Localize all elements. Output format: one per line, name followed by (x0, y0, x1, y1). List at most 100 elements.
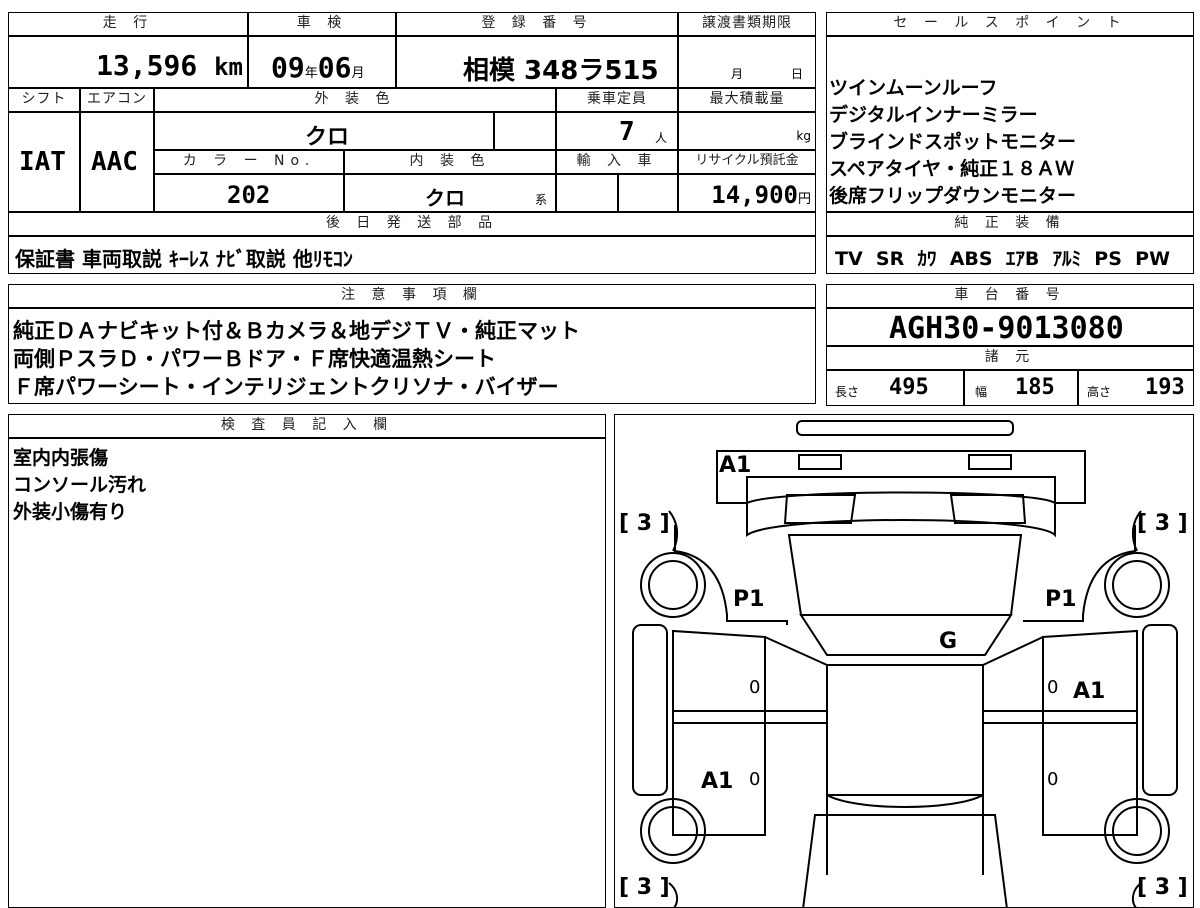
registration-header: 登 録 番 号 (396, 12, 678, 36)
specs-height-label: 高さ (1087, 385, 1112, 399)
parts-value: 保証書 車両取説 ｷｰﾚｽ ﾅﾋﾞ取説 他ﾘﾓｺﾝ (15, 247, 353, 271)
specs-width-value: 185 (1015, 375, 1055, 400)
notes-cell: 純正ＤＡナビキット付＆Ｂカメラ＆地デジＴＶ・純正マット 両側ＰスラＤ・パワーＢド… (8, 308, 816, 404)
equip-leather: ｶﾜ (917, 248, 937, 270)
ac-header: エアコン (80, 88, 154, 112)
inspector-line-1: 室内内張傷 (13, 447, 109, 469)
registration-value: 相模 348ラ515 (463, 56, 659, 86)
parts-cell: 保証書 車両取説 ｷｰﾚｽ ﾅﾋﾞ取説 他ﾘﾓｺﾝ (8, 236, 816, 274)
sales-point-2: デジタルインナーミラー (829, 104, 1038, 126)
load-cell: kg (678, 112, 816, 150)
specs-length-label: 長さ (835, 385, 860, 399)
inspector-cell: 室内内張傷 コンソール汚れ 外装小傷有り (8, 438, 606, 908)
specs-length-value: 495 (889, 375, 929, 400)
exterior-extra-cell (494, 112, 556, 150)
mark-left-front-fender: P1 (733, 587, 765, 612)
import-cell-b (618, 174, 678, 212)
mark-tire-fr: [ 3 ] (1137, 511, 1188, 536)
mark-front: A1 (719, 453, 752, 478)
capacity-unit: 人 (655, 131, 668, 145)
mark-tire-rl: [ 3 ] (619, 875, 670, 900)
ac-cell: AAC (80, 112, 154, 212)
capacity-header: 乗車定員 (556, 88, 678, 112)
inspector-header: 検 査 員 記 入 欄 (8, 414, 606, 438)
equip-tv: TV (835, 248, 863, 270)
exterior-header: 外 装 色 (154, 88, 556, 112)
equip-airbag: ｴｱB (1005, 248, 1040, 270)
color-no-cell: 202 (154, 174, 344, 212)
inspector-line-2: コンソール汚れ (13, 474, 147, 496)
equipment-header: 純 正 装 備 (826, 212, 1194, 236)
inspector-line-3: 外装小傷有り (13, 501, 128, 523)
color-no-value: 202 (227, 181, 271, 209)
inspection-header: 車 検 (248, 12, 396, 36)
equip-sr: SR (875, 248, 905, 270)
mileage-unit: km (214, 53, 243, 81)
car-outline-svg (632, 420, 1178, 907)
shift-cell: IAT (8, 112, 80, 212)
transfer-header: 譲渡書類期限 (678, 12, 816, 36)
sales-header: セ ー ル ス ポ イ ン ト (826, 12, 1194, 36)
chassis-cell: AGH30-9013080 (826, 308, 1194, 346)
capacity-value: 7 (619, 117, 635, 147)
import-header: 輸 入 車 (556, 150, 678, 174)
equip-alloy: ｱﾙﾐ (1052, 248, 1082, 270)
sales-point-5: 後席フリップダウンモニター (829, 185, 1077, 207)
inspection-year-unit: 年 (304, 66, 318, 81)
notes-line-3: Ｆ席パワーシート・インテリジェントクリソナ・バイザー (13, 375, 559, 399)
mark-zero-2: 0 (1047, 677, 1059, 698)
mark-right-rear-door: A1 (1073, 679, 1106, 704)
sales-point-1: ツインムーンルーフ (829, 77, 998, 99)
interior-value: クロ (425, 186, 465, 210)
mark-right-front-fender: P1 (1045, 587, 1077, 612)
car-diagram: A1 [ 3 ] [ 3 ] P1 P1 G 0 0 A1 A1 0 0 [ 3… (614, 414, 1194, 908)
exterior-cell: クロ (154, 112, 494, 150)
specs-height-value: 193 (1145, 375, 1185, 400)
mark-tire-fl: [ 3 ] (619, 511, 670, 536)
import-cell-a (556, 174, 618, 212)
recycle-header: リサイクル預託金 (678, 150, 816, 174)
specs-width-label: 幅 (975, 385, 988, 399)
mileage-value: 13,596 (96, 49, 198, 82)
mark-zero-4: 0 (1047, 769, 1059, 790)
notes-line-2: 両側ＰスラＤ・パワーＢドア・Ｆ席快適温熱シート (13, 347, 496, 371)
interior-header: 内 装 色 (344, 150, 556, 174)
specs-width-cell: 幅 185 (964, 370, 1078, 406)
sales-cell: ツインムーンルーフ デジタルインナーミラー ブラインドスポットモニター スペアタ… (826, 36, 1194, 212)
load-unit: kg (796, 129, 811, 143)
recycle-cell: 14,900円 (678, 174, 816, 212)
specs-height-cell: 高さ 193 (1078, 370, 1194, 406)
notes-header: 注 意 事 項 欄 (8, 284, 816, 308)
mileage-cell: 13,596 km (8, 36, 248, 88)
recycle-unit: 円 (797, 192, 811, 207)
load-header: 最大積載量 (678, 88, 816, 112)
interior-unit: 系 (535, 193, 548, 207)
mark-tire-rr: [ 3 ] (1137, 875, 1188, 900)
specs-length-cell: 長さ 495 (826, 370, 964, 406)
sales-point-4: スペアタイヤ・純正１８ＡＷ (829, 158, 1075, 180)
shift-header: シフト (8, 88, 80, 112)
inspection-month-unit: 月 (351, 66, 365, 81)
recycle-value: 14,900 (711, 181, 798, 209)
mark-left-rear-quarter: A1 (701, 769, 734, 794)
parts-header: 後 日 発 送 部 品 (8, 212, 816, 236)
inspection-month: 06 (317, 51, 352, 84)
transfer-day: 日 (791, 67, 804, 81)
mileage-header: 走 行 (8, 12, 248, 36)
notes-line-1: 純正ＤＡナビキット付＆Ｂカメラ＆地デジＴＶ・純正マット (13, 319, 580, 343)
transfer-cell: 月 日 (678, 36, 816, 88)
equipment-cell: TV SR ｶﾜ ABS ｴｱB ｱﾙﾐ PS PW (826, 236, 1194, 274)
shift-value: IAT (19, 147, 66, 177)
inspection-year: 09 (271, 51, 305, 84)
mark-zero-1: 0 (749, 677, 761, 698)
chassis-header: 車 台 番 号 (826, 284, 1194, 308)
ac-value: AAC (91, 147, 138, 177)
equip-ps: PS (1094, 248, 1122, 270)
chassis-value: AGH30-9013080 (889, 311, 1124, 346)
color-no-header: カ ラ ー No. (154, 150, 344, 174)
transfer-month: 月 (731, 67, 744, 81)
equip-pw: PW (1135, 248, 1171, 270)
mark-windshield: G (939, 629, 958, 654)
sales-point-3: ブラインドスポットモニター (829, 131, 1077, 153)
interior-cell: クロ 系 (344, 174, 556, 212)
